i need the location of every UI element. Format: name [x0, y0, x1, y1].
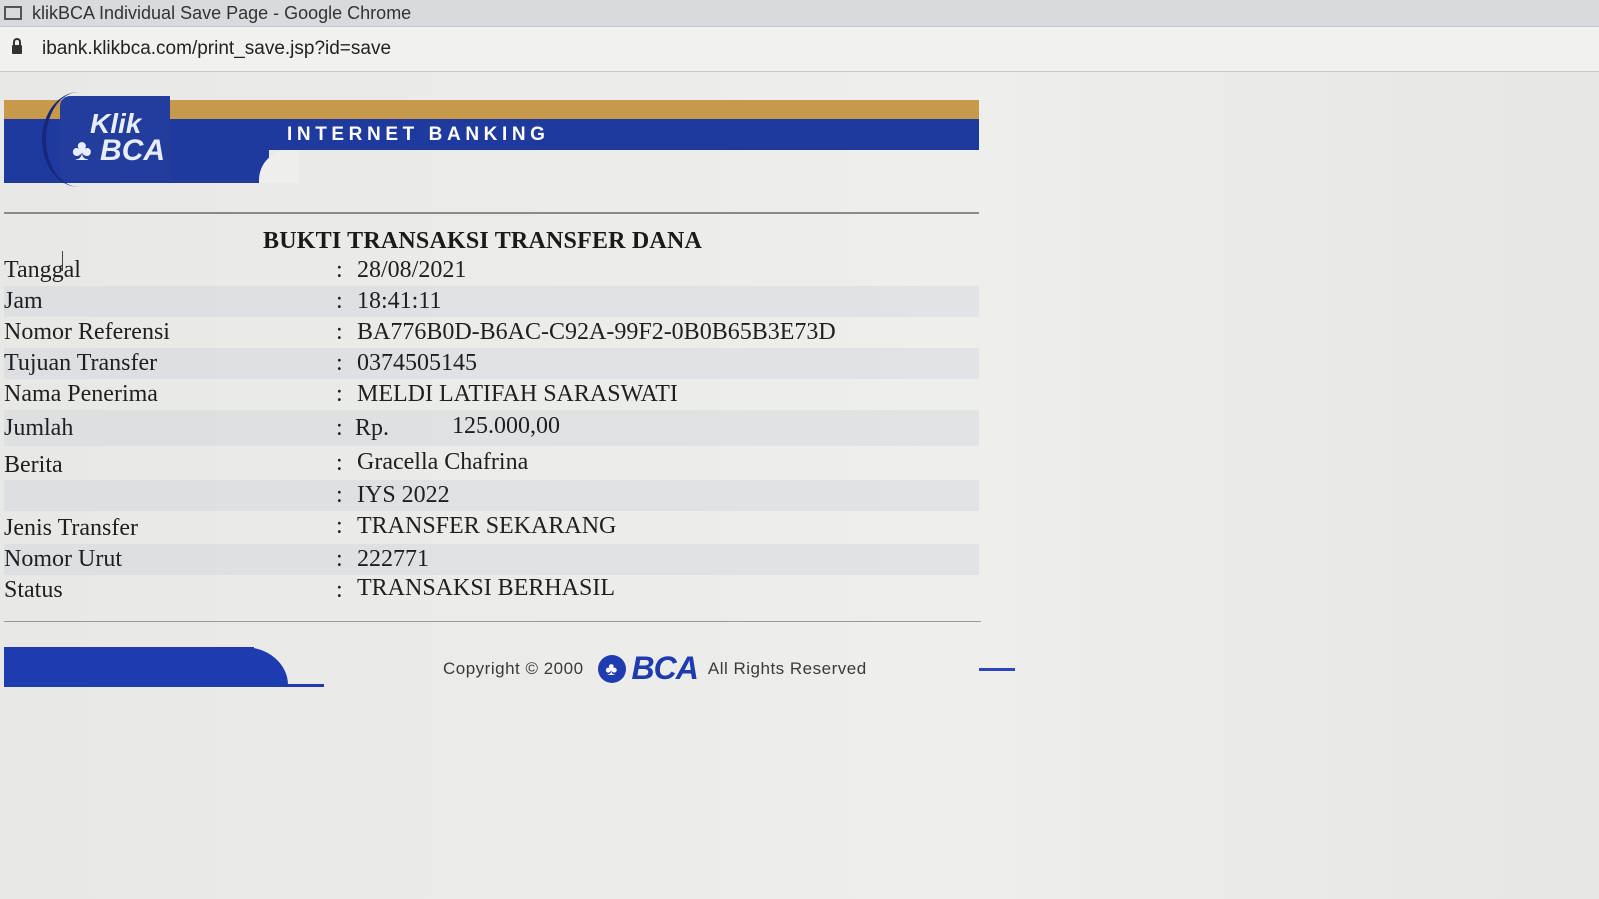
- app-icon: [4, 6, 22, 20]
- row-jumlah: Jumlah : Rp. 125.000,00: [4, 410, 979, 446]
- footer-divider: [4, 621, 981, 622]
- row-separator: :: [336, 319, 343, 345]
- row-value: 0374505145: [357, 350, 477, 376]
- row-label: Nomor Referensi: [4, 319, 170, 345]
- rights-text: All Rights Reserved: [707, 658, 867, 678]
- footer-blue-bar: [4, 647, 324, 687]
- copyright-text: Copyright © 2000: [443, 658, 584, 678]
- row-nomor-urut: Nomor Urut : 222771: [4, 544, 979, 575]
- row-separator: :: [336, 577, 343, 603]
- row-separator: :: [336, 381, 343, 407]
- row-value: 222771: [357, 546, 429, 572]
- bca-emblem-icon: ♣: [597, 654, 626, 683]
- row-value: 18:41:11: [357, 288, 442, 314]
- row-separator: :: [336, 513, 343, 539]
- row-nomor-referensi: Nomor Referensi : BA776B0D-B6AC-C92A-99F…: [4, 317, 979, 348]
- row-status: Status : TRANSAKSI BERHASIL: [4, 575, 979, 606]
- footer-dash: [979, 668, 1015, 671]
- footer-bar-body: [4, 647, 254, 685]
- row-label: Jenis Transfer: [4, 515, 139, 541]
- footer-bar-curve: [244, 647, 288, 685]
- row-label: Status: [4, 577, 63, 603]
- row-nama-penerima: Nama Penerima : MELDI LATIFAH SARASWATI: [4, 379, 979, 410]
- receipt-table: Tanggal : 28/08/2021 Jam : 18:41:11 Nomo…: [4, 255, 979, 606]
- receipt-title: BUKTI TRANSAKSI TRANSFER DANA: [263, 228, 703, 254]
- row-value: IYS 2022: [357, 482, 450, 508]
- logo-text-bca: ♣ BCA: [72, 134, 166, 167]
- row-value: 28/08/2021: [357, 257, 467, 283]
- bca-logo-text: BCA: [631, 650, 699, 686]
- row-jam: Jam : 18:41:11: [4, 286, 979, 317]
- row-value: TRANSAKSI BERHASIL: [357, 575, 616, 601]
- klikbca-logo: Klik ♣ BCA: [42, 92, 170, 189]
- currency-label: Rp.: [355, 415, 390, 441]
- header-banner: INTERNET BANKING Klik ♣ BCA: [4, 92, 979, 187]
- row-value: MELDI LATIFAH SARASWATI: [357, 381, 678, 407]
- row-berita: Berita : Gracella Chafrina: [4, 446, 979, 480]
- row-label: Jumlah: [4, 415, 74, 441]
- row-separator: :: [336, 415, 343, 441]
- row-separator: :: [336, 450, 343, 476]
- bca-logo: ♣ BCA: [597, 650, 699, 687]
- row-tujuan-transfer: Tujuan Transfer : 0374505145: [4, 348, 979, 379]
- banner-title: INTERNET BANKING: [287, 124, 550, 145]
- row-label: Jam: [4, 288, 43, 314]
- url-text[interactable]: ibank.klikbca.com/print_save.jsp?id=save: [42, 38, 391, 60]
- row-value: BA776B0D-B6AC-C92A-99F2-0B0B65B3E73D: [357, 319, 836, 345]
- page-content: INTERNET BANKING Klik ♣ BCA BUKTI TRANSA…: [0, 72, 1599, 899]
- copyright-notice: Copyright © 2000 ♣ BCA All Rights Reserv…: [443, 650, 867, 687]
- row-value: Gracella Chafrina: [357, 449, 529, 475]
- footer-bar-line: [4, 684, 324, 687]
- lock-icon: [12, 37, 22, 54]
- row-separator: :: [336, 257, 343, 283]
- header-divider: [4, 212, 979, 214]
- row-label: Tanggal: [4, 257, 81, 283]
- row-berita-2: : IYS 2022: [4, 480, 979, 511]
- row-tanggal: Tanggal : 28/08/2021: [4, 255, 979, 286]
- row-label: Nomor Urut: [4, 546, 122, 572]
- row-jenis-transfer: Jenis Transfer : TRANSFER SEKARANG: [4, 511, 979, 544]
- row-separator: :: [336, 546, 343, 572]
- row-separator: :: [336, 350, 343, 376]
- row-label: Tujuan Transfer: [4, 350, 158, 376]
- row-label: Berita: [4, 452, 63, 478]
- row-separator: :: [336, 482, 343, 508]
- browser-title-bar: klikBCA Individual Save Page - Google Ch…: [0, 0, 1599, 27]
- address-bar[interactable]: ibank.klikbca.com/print_save.jsp?id=save: [0, 27, 1599, 73]
- row-value: 125.000,00: [452, 413, 560, 439]
- window-title: klikBCA Individual Save Page - Google Ch…: [32, 2, 412, 23]
- row-separator: :: [336, 288, 343, 314]
- row-value: TRANSFER SEKARANG: [357, 513, 617, 539]
- row-label: Nama Penerima: [4, 381, 158, 407]
